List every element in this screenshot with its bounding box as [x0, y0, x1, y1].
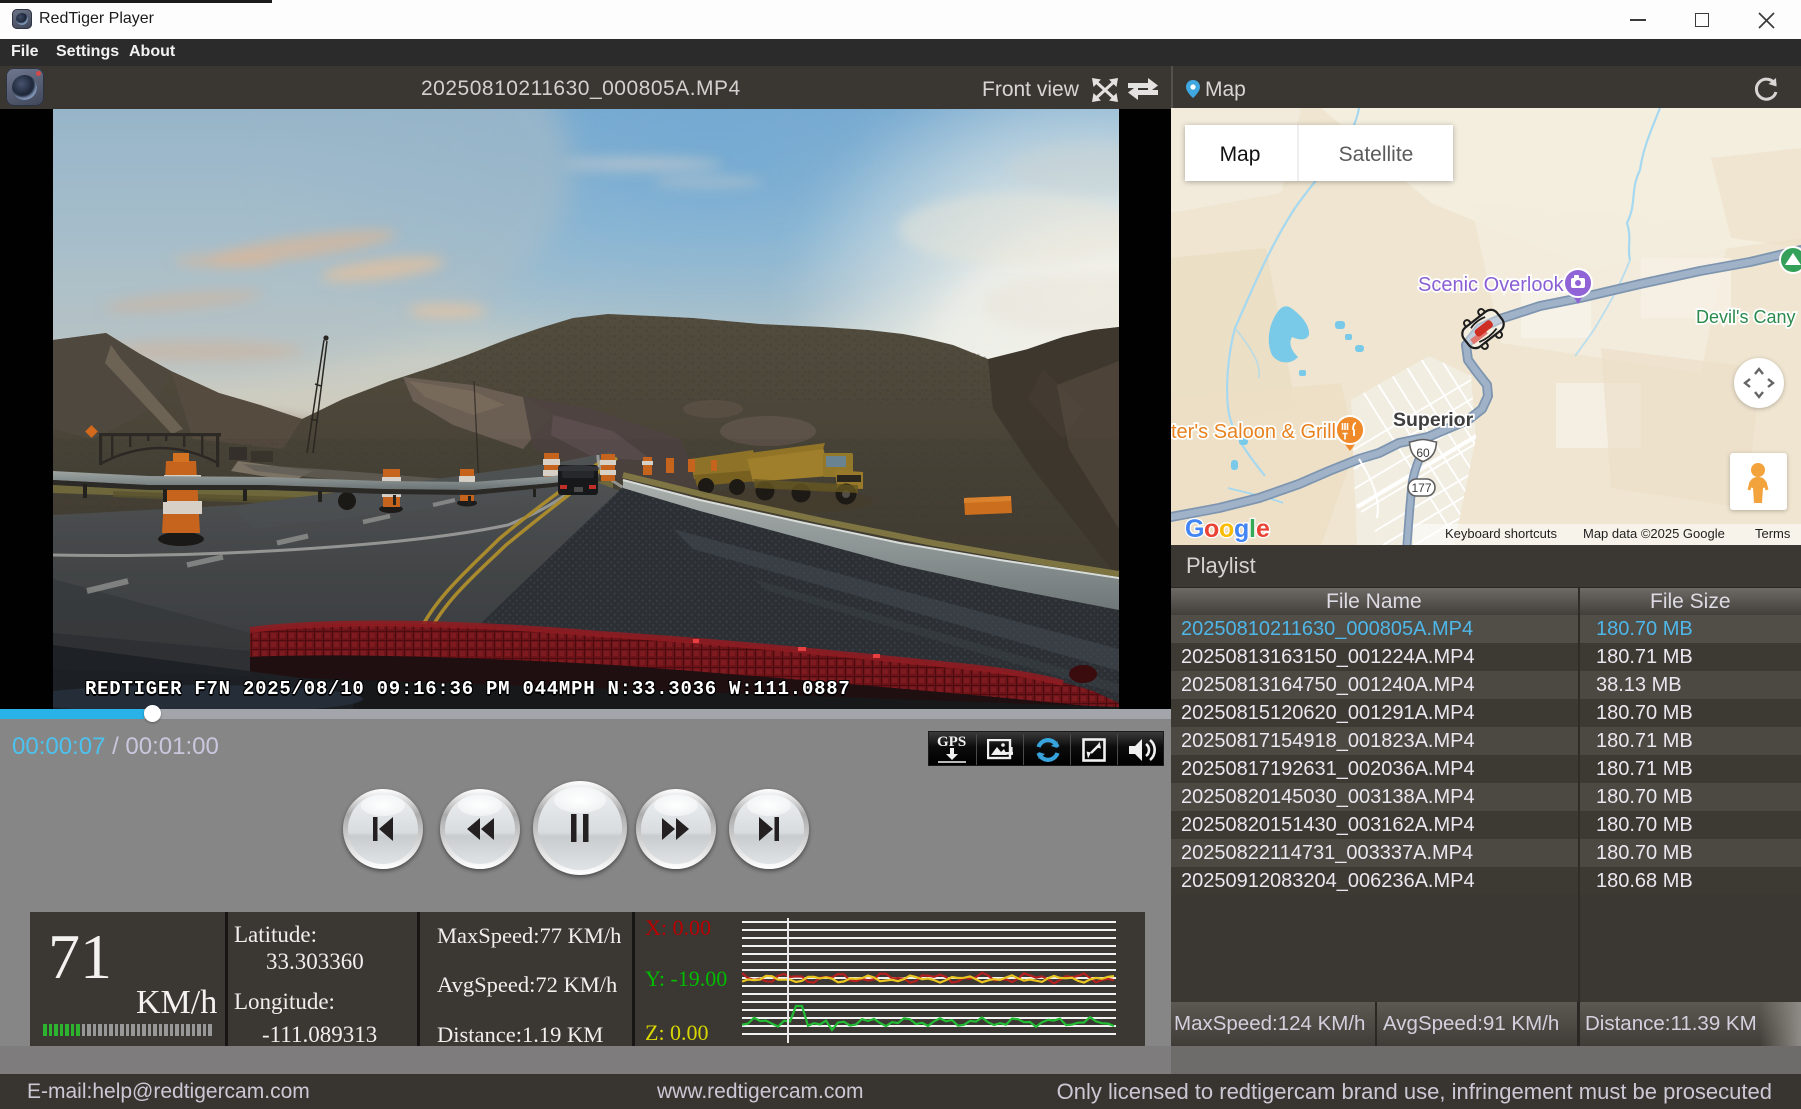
svg-text:o: o — [1204, 515, 1219, 543]
svg-text:l: l — [1249, 515, 1255, 543]
svg-text:G: G — [1185, 515, 1204, 543]
svg-text:177: 177 — [1411, 481, 1431, 495]
svg-text:Superior: Superior — [1393, 409, 1474, 431]
svg-text:Satellite: Satellite — [1339, 143, 1414, 166]
svg-text:Map data ©2025 Google: Map data ©2025 Google — [1583, 526, 1725, 541]
svg-text:o: o — [1219, 515, 1234, 543]
svg-text:60: 60 — [1416, 446, 1430, 460]
svg-text:Scenic Overlook: Scenic Overlook — [1418, 274, 1565, 296]
svg-text:g: g — [1234, 515, 1249, 543]
svg-text:Terms: Terms — [1755, 526, 1791, 541]
svg-text:e: e — [1256, 515, 1270, 543]
svg-text:Devil's Cany: Devil's Cany — [1696, 307, 1795, 327]
svg-text:Keyboard shortcuts: Keyboard shortcuts — [1445, 526, 1558, 541]
svg-text:Map: Map — [1220, 143, 1261, 166]
svg-text:ter's Saloon & Grill: ter's Saloon & Grill — [1171, 421, 1336, 443]
